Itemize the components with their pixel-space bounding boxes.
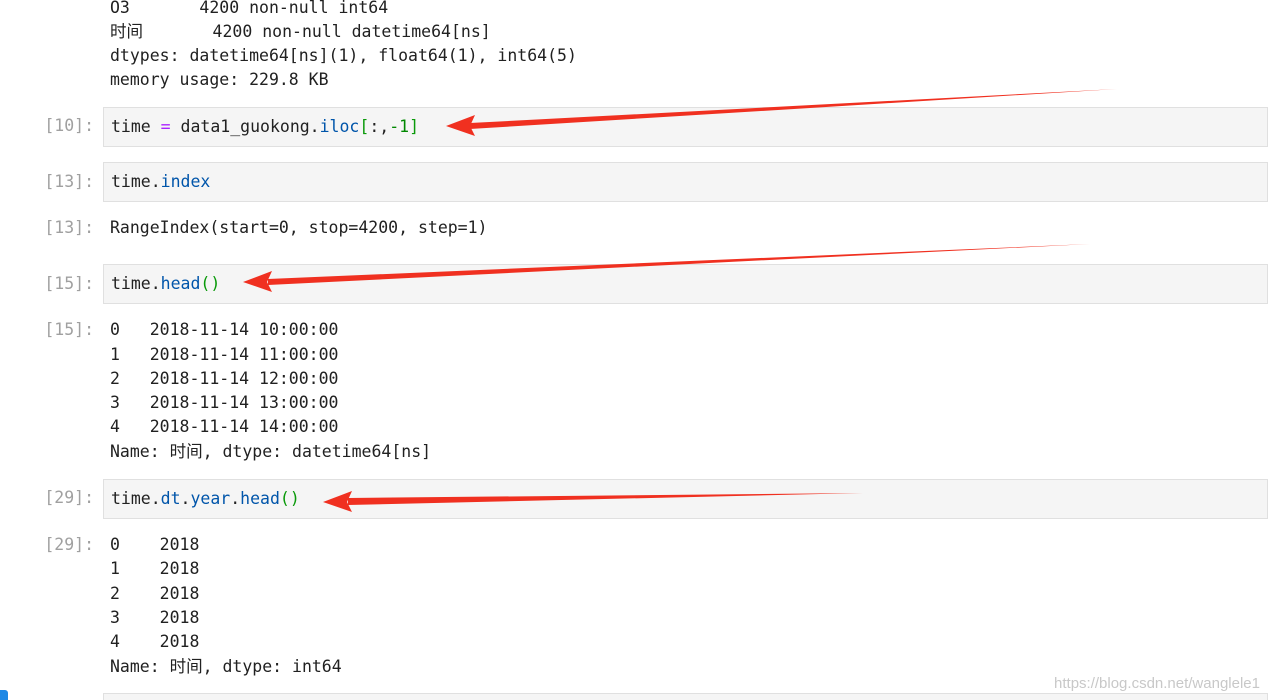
output-line: 2 2018-11-14 12:00:00: [110, 369, 339, 388]
code-paren: (): [200, 274, 221, 293]
output-line: dtypes: datetime64[ns](1), float64(1), i…: [110, 46, 577, 65]
code-token: time.: [111, 274, 161, 293]
input-prompt: [13]:: [44, 172, 94, 191]
output-line: RangeIndex(start=0, stop=4200, step=1): [110, 218, 488, 237]
input-prompt: [15]:: [44, 274, 94, 293]
code-token: data1_guokong.: [170, 117, 320, 136]
output-line: 1 2018-11-14 11:00:00: [110, 345, 339, 364]
input-prompt: [10]:: [44, 116, 94, 135]
output-line: Name: 时间, dtype: int64: [110, 657, 342, 676]
output-line: 时间 4200 non-null datetime64[ns]: [110, 22, 491, 41]
code-cell-input[interactable]: time.dt.year.head(): [103, 479, 1268, 519]
code-line: time.head(): [111, 274, 220, 294]
output-line: 0 2018-11-14 10:00:00: [110, 320, 339, 339]
code-attribute: head: [240, 489, 280, 508]
code-token: time.: [111, 489, 161, 508]
output-line: 4 2018: [110, 632, 200, 651]
code-line: time.dt.year.head(): [111, 489, 300, 509]
code-attribute: head: [160, 274, 201, 293]
code-line: time.index: [111, 172, 210, 192]
code-token: time: [111, 117, 161, 136]
output-prompt: [15]:: [44, 320, 94, 339]
output-line: 4 2018-11-14 14:00:00: [110, 417, 339, 436]
code-token: time.: [111, 172, 161, 191]
output-line: 3 2018-11-14 13:00:00: [110, 393, 339, 412]
code-cell-input[interactable]: time.head(): [103, 264, 1268, 304]
code-token: .: [230, 489, 241, 508]
code-attribute: year: [190, 489, 231, 508]
output-line: Name: 时间, dtype: datetime64[ns]: [110, 442, 432, 461]
cell-selection-indicator: [0, 690, 8, 700]
code-number: -1: [389, 117, 410, 136]
code-operator: =: [160, 117, 171, 136]
code-paren: (): [279, 489, 300, 508]
code-cell-input[interactable]: time.index: [103, 162, 1268, 202]
code-attribute: index: [160, 172, 211, 191]
code-line: time = data1_guokong.iloc[:,-1]: [111, 117, 419, 137]
output-prompt: [29]:: [44, 535, 94, 554]
output-line: 2 2018: [110, 584, 200, 603]
input-prompt: [29]:: [44, 488, 94, 507]
output-line: 0 2018: [110, 535, 200, 554]
output-line: memory usage: 229.8 KB: [110, 70, 329, 89]
code-bracket: [: [359, 117, 370, 136]
code-bracket: ]: [409, 117, 419, 136]
code-attribute: dt: [160, 489, 181, 508]
code-attribute: iloc: [319, 117, 360, 136]
code-cell-input[interactable]: [103, 693, 1268, 700]
output-line: 3 2018: [110, 608, 200, 627]
code-cell-input[interactable]: time = data1_guokong.iloc[:,-1]: [103, 107, 1268, 147]
output-line: 1 2018: [110, 559, 200, 578]
code-token: :,: [369, 117, 390, 136]
output-prompt: [13]:: [44, 218, 94, 237]
code-token: .: [180, 489, 191, 508]
output-line: O3 4200 non-null int64: [110, 0, 389, 17]
watermark: https://blog.csdn.net/wanglele1: [1054, 675, 1260, 692]
